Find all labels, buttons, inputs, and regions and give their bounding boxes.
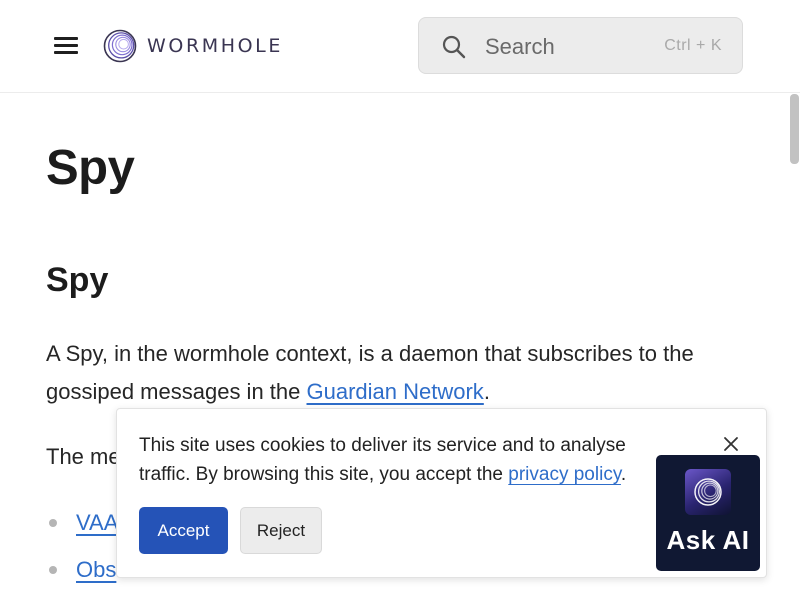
hamburger-menu-icon[interactable] <box>54 36 79 56</box>
accept-button[interactable]: Accept <box>139 507 228 554</box>
logo-text: WORMHOLE <box>147 35 283 57</box>
search-placeholder: Search <box>485 34 555 59</box>
page-title: Spy <box>46 141 135 195</box>
wormhole-logo-icon <box>103 29 137 63</box>
vaa-link[interactable]: VAA <box>76 504 118 542</box>
search-icon <box>442 35 466 59</box>
page: WORMHOLE Search Ctrl + K Spy Spy A Spy, … <box>0 0 800 600</box>
wormhole-logo[interactable]: WORMHOLE <box>103 29 283 63</box>
menu-bar <box>54 37 78 40</box>
scrollbar-track[interactable] <box>787 94 800 600</box>
bullet-dot <box>49 566 57 574</box>
section-heading: Spy <box>46 261 109 299</box>
cookie-message: This site uses cookies to deliver its se… <box>139 431 659 489</box>
search-shortcut-hint: Ctrl + K <box>664 37 722 54</box>
bullet-dot <box>49 519 57 527</box>
ask-ai-logo <box>685 469 731 515</box>
intro-paragraph: A Spy, in the wormhole context, is a dae… <box>46 335 756 411</box>
site-header: WORMHOLE Search Ctrl + K <box>0 0 800 93</box>
messages-paragraph: The me <box>46 444 121 469</box>
menu-bar <box>54 51 78 54</box>
privacy-policy-link[interactable]: privacy policy <box>508 464 621 485</box>
cookie-text-end: . <box>620 464 627 485</box>
reject-button[interactable]: Reject <box>240 507 322 554</box>
wormhole-logo-icon <box>694 478 722 506</box>
ask-ai-button[interactable]: Ask AI <box>656 455 760 571</box>
search-box[interactable]: Search Ctrl + K <box>418 17 743 74</box>
ask-ai-label: Ask AI <box>666 525 750 555</box>
close-icon[interactable] <box>722 435 740 453</box>
guardian-network-link[interactable]: Guardian Network <box>307 379 484 404</box>
menu-bar <box>54 44 78 47</box>
observations-link[interactable]: Obs <box>76 551 116 589</box>
intro-text-end: . <box>483 379 490 404</box>
scrollbar-thumb[interactable] <box>790 94 799 164</box>
